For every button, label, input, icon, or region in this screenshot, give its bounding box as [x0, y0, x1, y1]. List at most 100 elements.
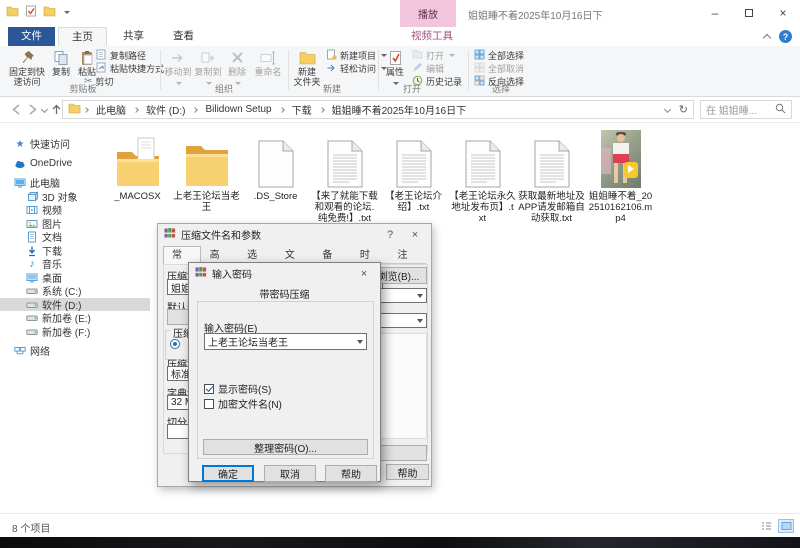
thumbnail-view-icon[interactable]	[778, 519, 794, 533]
recent-locations-icon[interactable]	[41, 106, 48, 113]
video-thumbnail	[601, 130, 641, 188]
file-item-txt-2[interactable]: 【老王论坛介绍】.txt	[379, 126, 448, 224]
tab-view[interactable]: 查看	[160, 27, 207, 46]
breadcrumb-drive-d[interactable]: 软件 (D:)	[141, 102, 190, 117]
organize-passwords-button[interactable]: 整理密码(O)...	[203, 439, 368, 455]
breadcrumb[interactable]: 此电脑 软件 (D:) Bilidown Setup 下载 姐姐睡不着2025年…	[62, 100, 694, 119]
paste-shortcut-button[interactable]: 粘贴快捷方式	[96, 62, 164, 74]
window-folder-icon	[6, 6, 19, 20]
breadcrumb-downloads[interactable]: 下载	[287, 102, 317, 117]
group-caption-clipboard: 剪贴板	[8, 82, 158, 95]
sidebar-item-documents[interactable]: 文档	[0, 230, 150, 244]
search-input[interactable]: 在 姐姐睡...	[700, 100, 792, 119]
tab-home[interactable]: 主页	[58, 27, 107, 46]
edit-button[interactable]: 编辑	[412, 62, 444, 74]
search-icon	[775, 103, 786, 117]
quick-access-toolbar	[6, 5, 70, 20]
qat-customize-icon[interactable]	[64, 11, 70, 14]
ok-button[interactable]: 确定	[202, 465, 254, 482]
tab-share[interactable]: 共享	[110, 27, 157, 46]
new-folder-qat-icon[interactable]	[43, 6, 56, 20]
file-item-video[interactable]: 姐姐睡不着_202510162106.mp4	[586, 126, 655, 224]
cloud-icon	[14, 158, 26, 170]
file-item-macosx[interactable]: _MACOSX	[103, 126, 172, 224]
file-item-folder[interactable]: 上老王论坛当老王	[172, 126, 241, 224]
file-item-dsstore[interactable]: .DS_Store	[241, 126, 310, 224]
properties-qat-icon[interactable]	[25, 5, 37, 20]
password-help-button[interactable]: 帮助	[325, 465, 377, 482]
play-badge-icon	[624, 162, 638, 178]
pin-icon	[8, 49, 46, 66]
item-count: 8 个项目	[12, 520, 50, 535]
checkbox-unchecked-icon	[204, 399, 214, 409]
file-item-txt-1[interactable]: 【来了就能下载和观看的论坛.纯免费!】.txt	[310, 126, 379, 224]
sidebar-item-drive-e[interactable]: 新加卷 (E:)	[0, 311, 150, 325]
sidebar-item-desktop[interactable]: 桌面	[0, 271, 150, 285]
sidebar-item-drive-c[interactable]: 系统 (C:)	[0, 284, 150, 298]
copy-button[interactable]: 复制	[48, 48, 74, 77]
collapse-ribbon-icon[interactable]	[763, 34, 771, 42]
move-to-icon	[164, 49, 192, 66]
sidebar-item-music[interactable]: ♪音乐	[0, 257, 150, 271]
group-caption-open: 打开	[382, 82, 442, 95]
ribbon: 固定到快 速访问 复制 粘贴 复制路径 粘贴快捷方式 ✂ 剪切 剪贴板 移动到	[0, 46, 800, 97]
file-item-txt-3[interactable]: 【老王论坛永久地址发布页】.txt	[448, 126, 517, 224]
refresh-icon[interactable]: ↻	[679, 103, 688, 116]
network-icon	[14, 345, 26, 357]
group-caption-new: 新建	[292, 82, 372, 95]
password-input[interactable]: 上老王论坛当老王	[204, 333, 367, 350]
sidebar-item-downloads[interactable]: 下载	[0, 244, 150, 258]
tab-file[interactable]: 文件	[8, 27, 55, 46]
new-item-icon	[326, 49, 337, 62]
text-file-icon	[327, 140, 363, 188]
music-note-icon: ♪	[26, 258, 38, 270]
back-icon[interactable]	[10, 103, 23, 119]
open-button[interactable]: 打开	[412, 49, 455, 61]
sidebar-item-drive-d[interactable]: 软件 (D:)	[0, 298, 150, 312]
password-dialog-titlebar: 输入密码 ×	[189, 263, 380, 284]
archive-dialog-titlebar: 压缩文件名和参数 ? ×	[158, 224, 431, 245]
dialog-help-icon[interactable]: ?	[380, 227, 400, 242]
archive-help-button[interactable]: 帮助	[386, 464, 429, 480]
rename-button[interactable]: 重命名	[252, 48, 284, 77]
address-dropdown-icon[interactable]	[664, 106, 671, 113]
sidebar-item-network[interactable]: 网络	[0, 344, 150, 358]
computer-icon	[14, 177, 26, 189]
format-rar-radio[interactable]	[170, 339, 180, 349]
paste-shortcut-icon	[96, 62, 107, 75]
window-title: 姐姐睡不着2025年10月16日下	[468, 7, 603, 22]
drive-icon	[26, 326, 38, 338]
help-icon[interactable]: ?	[779, 30, 792, 43]
password-close-icon[interactable]: ×	[354, 266, 374, 281]
forward-icon[interactable]	[26, 103, 39, 119]
select-all-button[interactable]: 全部选择	[474, 49, 524, 61]
cancel-button[interactable]: 取消	[264, 465, 316, 482]
select-none-button[interactable]: 全部取消	[474, 62, 524, 74]
file-list: _MACOSX 上老王论坛当老王 .DS_Store 【来了就能下载和观看的论坛…	[103, 126, 655, 224]
folder-with-page-icon	[114, 136, 162, 188]
copy-path-button[interactable]: 复制路径	[96, 49, 146, 61]
film-icon	[26, 204, 38, 216]
show-password-checkbox[interactable]: 显示密码(S)	[204, 381, 271, 396]
document-icon	[26, 231, 38, 243]
folder-icon	[183, 136, 231, 188]
encrypt-names-checkbox[interactable]: 加密文件名(N)	[204, 396, 282, 411]
breadcrumb-bilidown[interactable]: Bilidown Setup	[200, 104, 276, 115]
sidebar-item-drive-f[interactable]: 新加卷 (F:)	[0, 325, 150, 339]
text-file-icon	[465, 140, 501, 188]
breadcrumb-current-folder[interactable]: 姐姐睡不着2025年10月16日下	[327, 102, 472, 117]
tab-video-tools[interactable]: 视频工具	[398, 27, 466, 46]
winrar-icon	[195, 266, 207, 281]
maximize-button[interactable]	[732, 0, 766, 26]
drive-icon	[26, 299, 38, 311]
drive-icon	[26, 285, 38, 297]
close-button[interactable]: ×	[766, 0, 800, 26]
download-arrow-icon	[26, 245, 38, 257]
dialog-close-icon[interactable]: ×	[405, 227, 425, 242]
breadcrumb-this-pc[interactable]: 此电脑	[91, 102, 131, 117]
tab-comment[interactable]: 注释	[388, 246, 426, 264]
minimize-button[interactable]: –	[698, 0, 732, 26]
details-view-icon[interactable]	[758, 519, 774, 533]
file-item-txt-4[interactable]: 获取最新地址及APP请发邮箱自动获取.txt	[517, 126, 586, 224]
delete-icon	[224, 49, 250, 66]
